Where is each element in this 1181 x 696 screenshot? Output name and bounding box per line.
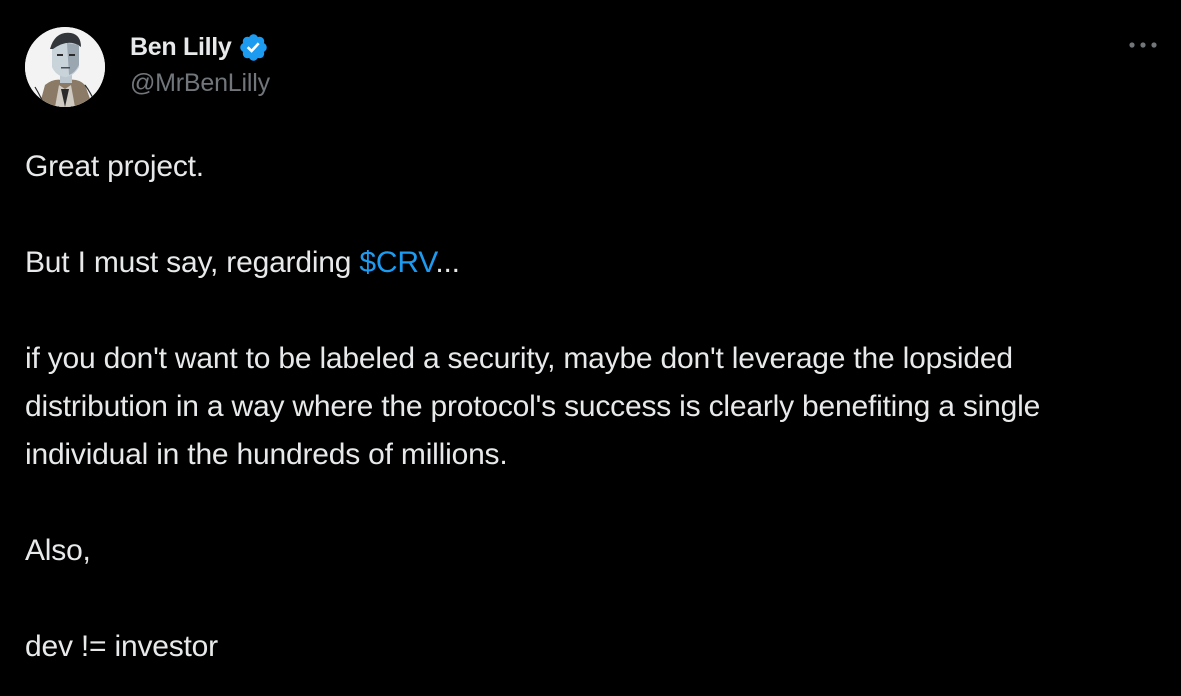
avatar-illustration-icon <box>25 27 105 107</box>
tweet-text: Great project. But I must say, regarding… <box>25 143 1145 671</box>
author-info: Ben Lilly @MrBenLilly <box>130 30 270 98</box>
name-row: Ben Lilly <box>130 30 270 64</box>
tweet-line-2-suffix: ... <box>435 246 460 279</box>
tweet-card: Ben Lilly @MrBenLilly Great project. But… <box>0 0 1181 696</box>
tweet-line-1: Great project. <box>25 150 204 183</box>
handle[interactable]: @MrBenLilly <box>130 69 270 98</box>
tweet-line-2: But I must say, regarding $CRV... <box>25 239 1145 287</box>
more-options-button[interactable] <box>1123 30 1163 60</box>
tweet-line-2-prefix: But I must say, regarding <box>25 246 360 279</box>
tweet-line-4: Also, <box>25 534 91 567</box>
tweet-line-5: dev != investor <box>25 630 218 663</box>
avatar[interactable] <box>25 27 105 107</box>
more-horizontal-icon <box>1129 42 1157 48</box>
tweet-paragraph-3: if you don't want to be labeled a securi… <box>25 342 1041 471</box>
cashtag-link[interactable]: $CRV <box>359 246 435 279</box>
display-name[interactable]: Ben Lilly <box>130 33 232 62</box>
verified-badge-icon[interactable] <box>238 32 269 63</box>
